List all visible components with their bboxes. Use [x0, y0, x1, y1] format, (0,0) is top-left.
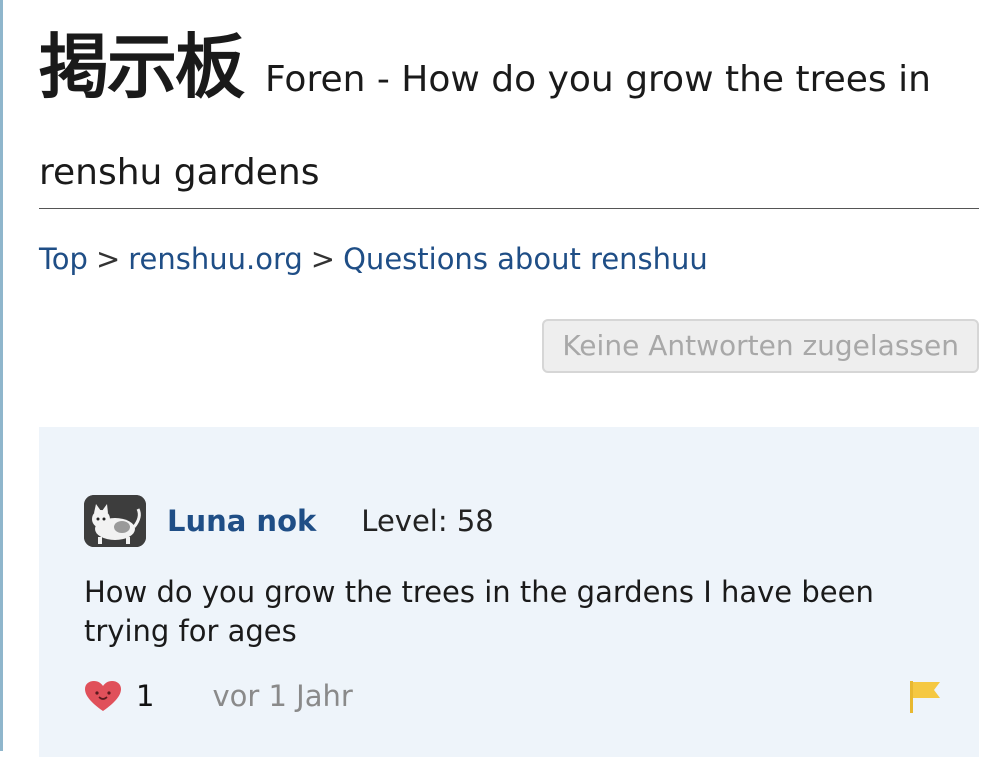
breadcrumb-renshuu-link[interactable]: renshuu.org — [128, 242, 303, 276]
post-body: How do you grow the trees in the gardens… — [84, 575, 874, 648]
post-header: Luna nok Level: 58 — [84, 495, 934, 547]
author-level: Level: 58 — [361, 504, 494, 538]
reply-actions: Keine Antworten zugelassen — [39, 319, 979, 373]
flag-icon[interactable] — [908, 679, 942, 715]
title-line-1: 掲示板 Foren - How do you grow the trees in — [39, 26, 979, 108]
breadcrumb-questions-link[interactable]: Questions about renshuu — [343, 242, 708, 276]
post-timestamp: vor 1 Jahr — [212, 679, 353, 713]
no-replies-button[interactable]: Keine Antworten zugelassen — [542, 319, 979, 373]
thread-title-line2: renshu gardens — [39, 152, 320, 193]
thread-title-line1: Foren - How do you grow the trees in — [265, 59, 931, 100]
author-link[interactable]: Luna nok — [167, 504, 316, 538]
breadcrumb-separator: > — [95, 242, 121, 276]
forum-kanji-title: 掲示板 — [39, 26, 245, 108]
post-card: Luna nok Level: 58 How do you grow the t… — [39, 427, 979, 757]
left-border — [0, 0, 3, 751]
breadcrumb: Top > renshuu.org > Questions about renshuu — [39, 239, 979, 279]
page-content: 掲示板 Foren - How do you grow the trees in… — [39, 0, 979, 757]
like-count: 1 — [136, 679, 155, 713]
cat-avatar-icon[interactable] — [84, 495, 146, 547]
breadcrumb-top-link[interactable]: Top — [39, 242, 88, 276]
heart-icon[interactable] — [84, 680, 122, 712]
page-title: 掲示板 Foren - How do you grow the trees in… — [39, 0, 979, 209]
breadcrumb-separator: > — [310, 242, 336, 276]
post-footer: 1 vor 1 Jahr — [84, 679, 940, 713]
